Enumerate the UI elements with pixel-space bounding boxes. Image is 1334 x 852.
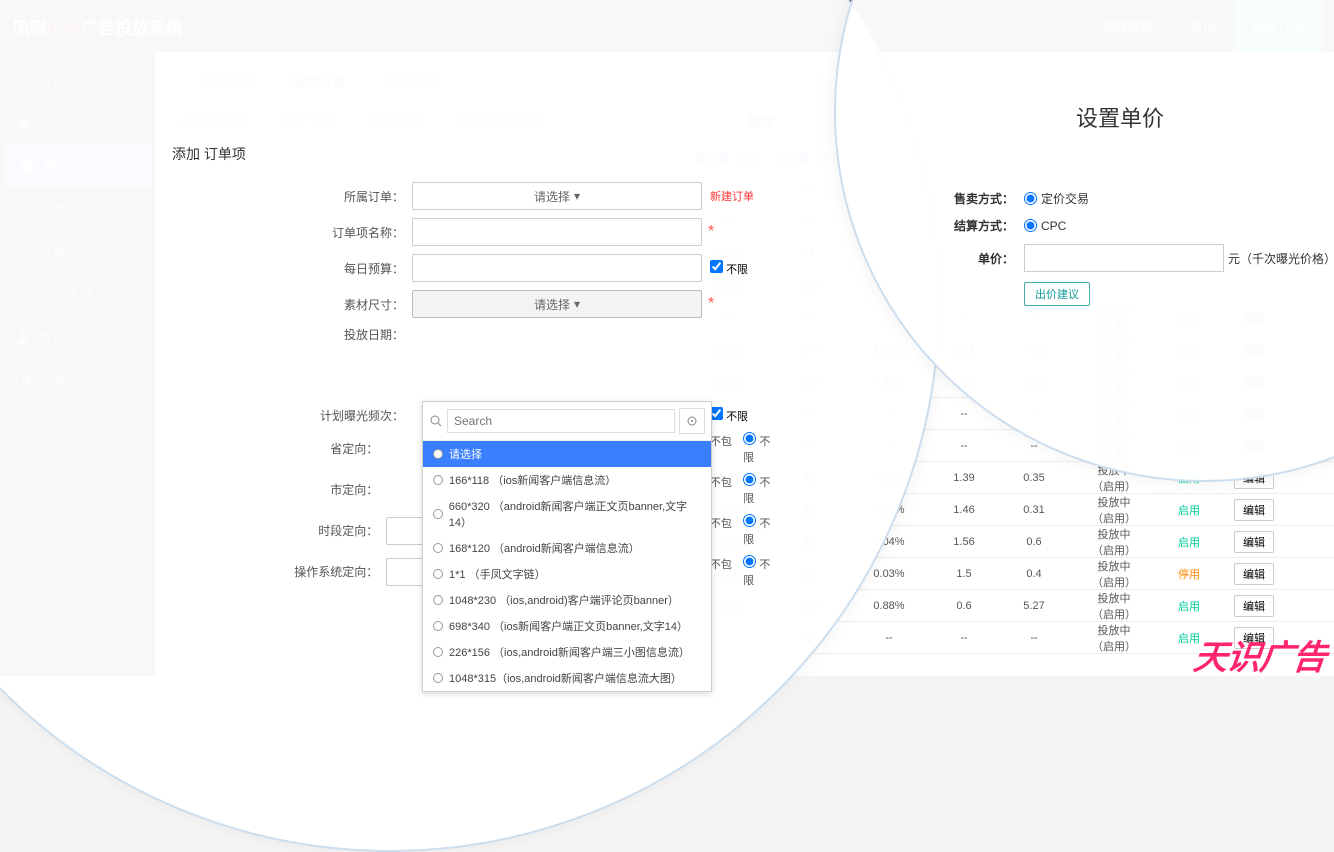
dropdown-option[interactable]: 698*340 （ios新闻客户端正文页banner,文字14） [423,613,711,639]
label-size: 素材尺寸： [157,296,412,313]
required-marker: * [708,223,714,241]
form-title: 添加 订单项 [157,134,777,174]
dropdown-option[interactable]: 226*156 （ios,android新闻客户端三小图信息流） [423,639,711,665]
label-name: 订单项名称： [157,224,412,241]
dropdown-option[interactable]: 660*320 （android新闻客户端正文页banner,文字14） [423,493,711,535]
edit-button[interactable]: 编辑 [1234,531,1274,553]
status-toggle[interactable]: 启用 [1159,502,1219,518]
label-settle-mode: 结算方式： [946,217,1014,234]
new-order-link[interactable]: 新建订单 [710,188,754,204]
main: 订单列表 定向设置 创意素材 +添加订单项 全部广告主 全部订单 查询 曝光量（… [155,52,1334,676]
chevron-down-icon: ▾ [574,189,580,203]
price-unit: 元（千次曝光价格） [1228,250,1334,267]
label-owner: 所属订单： [157,188,412,205]
name-input[interactable] [412,218,702,246]
label-price: 单价： [946,250,1014,267]
required-marker: * [708,295,714,313]
owner-select[interactable]: 请选择▾ [412,182,702,210]
dropdown-option[interactable]: 请选择 [423,441,711,467]
dropdown-option[interactable]: 1048*230 （ios,android)客户端评论页banner） [423,587,711,613]
budget-input[interactable] [412,254,702,282]
label-sell-mode: 售卖方式： [946,190,1014,207]
status-toggle[interactable]: 启用 [1159,598,1219,614]
dropdown-option[interactable]: 168*120 （android新闻客户端信息流） [423,535,711,561]
freq-nolimit[interactable]: 不限 [710,407,748,424]
status-toggle[interactable]: 启用 [1159,534,1219,550]
edit-button[interactable]: 编辑 [1234,595,1274,617]
dropdown-target-button[interactable] [679,408,705,434]
label-budget: 每日预算： [157,260,412,277]
dropdown-search-input[interactable] [447,409,675,433]
size-dropdown: 请选择 166*118 （ios新闻客户端信息流）660*320 （androi… [422,401,712,692]
label-city: 市定向： [157,481,386,498]
bid-suggest-button[interactable]: 出价建议 [1024,282,1090,306]
watermark: 天识广告 [1191,630,1328,679]
label-time: 时段定向： [157,522,386,539]
price-input[interactable] [1024,244,1224,272]
dropdown-option[interactable]: 166*118 （ios新闻客户端信息流） [423,467,711,493]
panel-title-right: 设置单价 [1076,101,1164,133]
size-select[interactable]: 请选择▾ [412,290,702,318]
label-prov: 省定向： [157,440,386,457]
status-toggle[interactable]: 停用 [1159,566,1219,582]
sell-mode-radio[interactable]: 定价交易 [1024,190,1089,207]
settle-mode-radio[interactable]: CPC [1024,219,1066,233]
label-freq: 计划曝光频次： [157,407,412,424]
budget-nolimit[interactable]: 不限 [710,260,748,277]
search-icon [429,414,443,428]
dropdown-option[interactable]: 1*1 （手凤文字链） [423,561,711,587]
edit-button[interactable]: 编辑 [1234,563,1274,585]
dropdown-option[interactable]: 1048*315（ios,android新闻客户端信息流大图） [423,665,711,691]
label-os: 操作系统定向： [157,563,386,580]
chevron-down-icon: ▾ [574,297,580,311]
edit-button[interactable]: 编辑 [1234,499,1274,521]
label-date: 投放日期： [157,326,412,343]
